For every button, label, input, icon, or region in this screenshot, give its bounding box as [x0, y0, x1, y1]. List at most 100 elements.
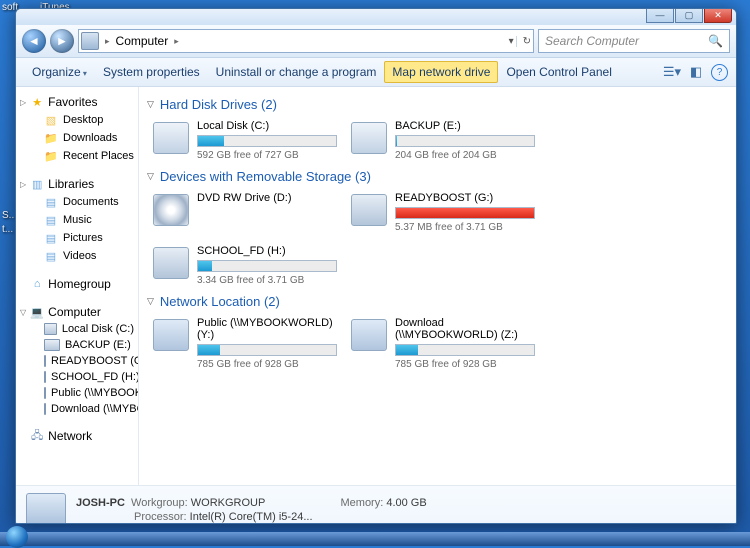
open-control-panel-button[interactable]: Open Control Panel — [498, 61, 619, 83]
drive-icon — [44, 323, 57, 335]
view-options-icon[interactable]: ☰▾ — [663, 63, 681, 81]
nav-item-drive-y[interactable]: Public (\\MYBOOKW — [16, 385, 138, 401]
nav-item-drive-g[interactable]: READYBOOST (G:) — [16, 353, 138, 369]
computer-name: JOSH-PC — [76, 497, 125, 509]
nav-item-music[interactable]: ▤Music — [16, 211, 138, 229]
minimize-button[interactable]: — — [646, 8, 674, 23]
drive-item[interactable]: BACKUP (E:) 204 GB free of 204 GB — [349, 118, 537, 163]
group-hdd[interactable]: ▽Hard Disk Drives (2) — [143, 91, 728, 118]
memory-label: Memory: — [341, 497, 384, 509]
back-button[interactable]: ◄ — [22, 29, 46, 53]
drive-icon — [153, 194, 189, 226]
nav-item-videos[interactable]: ▤Videos — [16, 247, 138, 265]
nav-favorites[interactable]: ▷★Favorites — [16, 93, 138, 111]
chevron-right-icon[interactable]: ▸ — [105, 36, 110, 47]
search-input[interactable]: Search Computer 🔍 — [538, 29, 730, 53]
folder-icon: ▤ — [44, 213, 58, 227]
desktop-icon: ▧ — [44, 113, 58, 127]
nav-item-drive-z[interactable]: Download (\\MYBO — [16, 401, 138, 417]
drive-item[interactable]: Public (\\MYBOOKWORLD) (Y:)785 GB free o… — [151, 315, 339, 372]
nav-item-drive-c[interactable]: Local Disk (C:) — [16, 321, 138, 337]
map-network-drive-button[interactable]: Map network drive — [384, 61, 498, 83]
nav-libraries[interactable]: ▷▥Libraries — [16, 175, 138, 193]
nav-item-recent[interactable]: 📁Recent Places — [16, 147, 138, 165]
nav-network[interactable]: ▷🖧Network — [16, 427, 138, 445]
navigation-pane: ▷★Favorites ▧Desktop 📁Downloads 📁Recent … — [16, 87, 139, 485]
drive-item[interactable]: SCHOOL_FD (H:) 3.34 GB free of 3.71 GB — [151, 243, 339, 288]
drive-icon — [44, 387, 46, 399]
computer-icon — [81, 32, 99, 50]
search-icon[interactable]: 🔍 — [708, 34, 723, 48]
address-dropdown-icon[interactable]: ▾ — [509, 36, 514, 47]
drive-name: Local Disk (C:) — [197, 120, 337, 132]
collapse-icon[interactable]: ▽ — [147, 171, 154, 182]
capacity-bar — [395, 135, 535, 147]
drive-name: BACKUP (E:) — [395, 120, 535, 132]
address-crumb[interactable]: Computer — [116, 34, 169, 48]
nav-homegroup[interactable]: ▷⌂Homegroup — [16, 275, 138, 293]
drive-icon — [153, 319, 189, 351]
drive-item[interactable]: DVD RW Drive (D:) — [151, 190, 339, 235]
taskbar[interactable] — [0, 532, 750, 546]
processor-value: Intel(R) Core(TM) i5-24... — [190, 511, 313, 523]
content-pane: ▽Hard Disk Drives (2) Local Disk (C:)592… — [139, 87, 736, 485]
folder-icon: ▤ — [44, 231, 58, 245]
drive-icon — [44, 339, 60, 351]
drive-free-text: 3.34 GB free of 3.71 GB — [197, 275, 337, 286]
drive-icon — [44, 403, 46, 415]
close-button[interactable]: ✕ — [704, 8, 732, 23]
drive-item[interactable]: Local Disk (C:)592 GB free of 727 GB — [151, 118, 339, 163]
drive-item[interactable]: READYBOOST (G:) 5.37 MB free of 3.71 GB — [349, 190, 537, 235]
explorer-window: — ▢ ✕ ◄ ► ▸ Computer ▸ ▾ ↻ Search Comput… — [15, 8, 737, 524]
drive-free-text: 204 GB free of 204 GB — [395, 150, 535, 161]
drive-icon — [44, 371, 46, 383]
desktop-shortcut-1[interactable]: t... — [2, 224, 13, 235]
nav-item-drive-h[interactable]: SCHOOL_FD (H:) — [16, 369, 138, 385]
nav-item-downloads[interactable]: 📁Downloads — [16, 129, 138, 147]
workgroup-label: Workgroup: — [131, 497, 188, 509]
system-properties-button[interactable]: System properties — [95, 61, 208, 83]
drive-free-text: 785 GB free of 928 GB — [395, 359, 535, 370]
drive-name: READYBOOST (G:) — [395, 192, 535, 204]
nav-item-drive-e[interactable]: BACKUP (E:) — [16, 337, 138, 353]
search-placeholder: Search Computer — [545, 34, 639, 48]
organize-menu[interactable]: Organize — [24, 61, 95, 83]
preview-pane-icon[interactable]: ◧ — [687, 63, 705, 81]
capacity-bar — [197, 344, 337, 356]
libraries-icon: ▥ — [30, 177, 44, 191]
collapse-icon[interactable]: ▽ — [147, 99, 154, 110]
capacity-bar — [197, 135, 337, 147]
titlebar[interactable]: — ▢ ✕ — [16, 9, 736, 25]
drive-item[interactable]: Download (\\MYBOOKWORLD) (Z:)785 GB free… — [349, 315, 537, 372]
nav-item-pictures[interactable]: ▤Pictures — [16, 229, 138, 247]
refresh-icon[interactable]: ↻ — [516, 36, 531, 47]
nav-item-desktop[interactable]: ▧Desktop — [16, 111, 138, 129]
network-icon: 🖧 — [30, 429, 44, 443]
folder-icon: ▤ — [44, 249, 58, 263]
start-button[interactable] — [6, 526, 28, 548]
forward-button[interactable]: ► — [50, 29, 74, 53]
nav-computer[interactable]: ▽💻Computer — [16, 303, 138, 321]
details-pane: JOSH-PC Workgroup: WORKGROUP Processor: … — [16, 485, 736, 524]
capacity-bar — [395, 207, 535, 219]
group-network[interactable]: ▽Network Location (2) — [143, 288, 728, 315]
address-bar[interactable]: ▸ Computer ▸ ▾ ↻ — [78, 29, 534, 53]
chevron-right-icon[interactable]: ▸ — [174, 36, 179, 47]
workgroup-value: WORKGROUP — [191, 497, 266, 509]
uninstall-button[interactable]: Uninstall or change a program — [208, 61, 385, 83]
drive-name: Public (\\MYBOOKWORLD) (Y:) — [197, 317, 337, 341]
drive-free-text: 5.37 MB free of 3.71 GB — [395, 222, 535, 233]
processor-label: Processor: — [134, 511, 187, 523]
command-bar: Organize System properties Uninstall or … — [16, 58, 736, 87]
collapse-icon[interactable]: ▽ — [147, 296, 154, 307]
maximize-button[interactable]: ▢ — [675, 8, 703, 23]
help-icon[interactable]: ? — [711, 64, 728, 81]
memory-value: 4.00 GB — [386, 497, 426, 509]
drive-name: SCHOOL_FD (H:) — [197, 245, 337, 257]
group-removable[interactable]: ▽Devices with Removable Storage (3) — [143, 163, 728, 190]
nav-item-documents[interactable]: ▤Documents — [16, 193, 138, 211]
computer-large-icon — [26, 493, 66, 524]
computer-icon: 💻 — [30, 305, 44, 319]
drive-icon — [351, 122, 387, 154]
folder-icon: 📁 — [44, 149, 58, 163]
